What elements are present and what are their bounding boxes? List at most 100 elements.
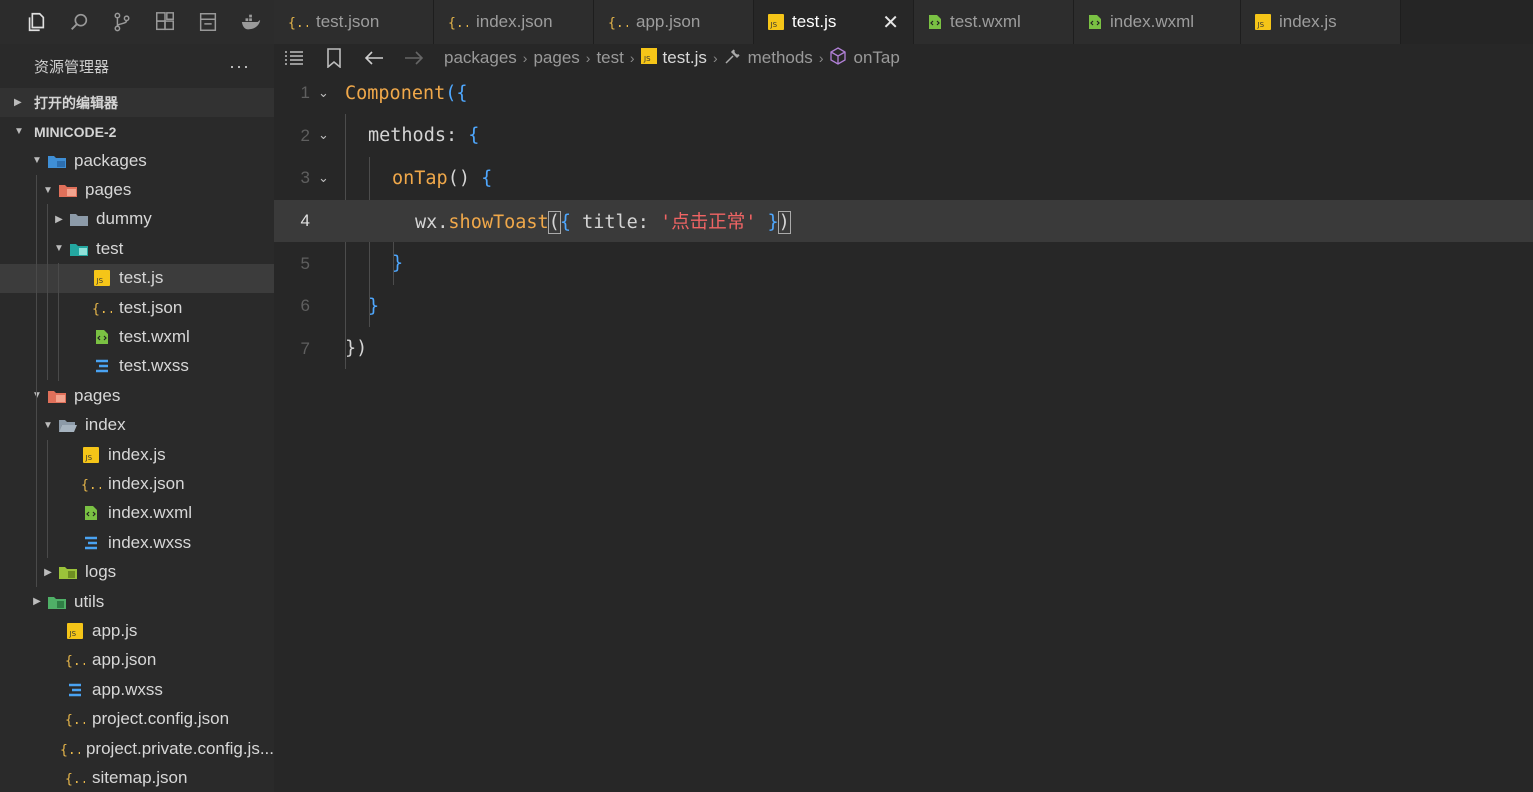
- crumb-methods[interactable]: methods: [724, 47, 813, 70]
- token: {: [469, 167, 493, 189]
- tree-file[interactable]: JS index.js: [0, 440, 274, 469]
- extensions-icon[interactable]: [143, 0, 186, 44]
- tree-folder[interactable]: ▼ index: [0, 411, 274, 440]
- tree-file[interactable]: app.wxss: [0, 675, 274, 704]
- chevron-right-icon: ›: [712, 50, 718, 66]
- tree-indent-guide: [47, 204, 48, 380]
- explorer-title: 资源管理器: [34, 58, 110, 76]
- tab-test-js[interactable]: JS test.js ✕: [754, 0, 914, 44]
- svg-text:{..}: {..}: [65, 654, 85, 668]
- code-line[interactable]: 6 }: [274, 285, 1533, 328]
- svg-text:JS: JS: [96, 277, 104, 285]
- js-file-icon: JS: [1255, 14, 1271, 30]
- fold-chevron-icon[interactable]: ⌄: [318, 171, 329, 186]
- code-line[interactable]: 7 }): [274, 328, 1533, 371]
- project-section[interactable]: ▼ MINICODE-2: [0, 117, 274, 146]
- crumb-pages[interactable]: pages: [533, 48, 579, 68]
- code-line[interactable]: 2 ⌄ methods: {: [274, 115, 1533, 158]
- tree-file[interactable]: index.wxml: [0, 499, 274, 528]
- code-editor[interactable]: 1 ⌄ Component({ 2 ⌄ methods: { 3 ⌄ onTap…: [274, 72, 1533, 792]
- wxml-file-icon: [1088, 14, 1102, 30]
- docker-icon[interactable]: [229, 0, 272, 44]
- tab-index-js[interactable]: JS index.js: [1241, 0, 1401, 44]
- crumb-packages[interactable]: packages: [444, 48, 517, 68]
- bookmark-icon[interactable]: [314, 48, 354, 68]
- tree-file[interactable]: test.wxss: [0, 352, 274, 381]
- tree-folder[interactable]: ▶ utils: [0, 587, 274, 616]
- tree-label: sitemap.json: [92, 767, 188, 787]
- folder-green-icon: [57, 563, 79, 581]
- chevron-right-icon: ›: [629, 50, 635, 66]
- token: Component: [345, 82, 446, 104]
- tree-label: index: [85, 415, 126, 435]
- code-line[interactable]: 5 }: [274, 242, 1533, 285]
- chevron-down-icon: ▼: [32, 390, 42, 402]
- back-arrow-icon[interactable]: [354, 50, 394, 66]
- code-line[interactable]: 1 ⌄ Component({: [274, 72, 1533, 115]
- tree-folder[interactable]: ▼ pages: [0, 381, 274, 410]
- tree-file[interactable]: {..} project.private.config.js...: [0, 734, 274, 763]
- tree-indent-guide: [47, 440, 48, 558]
- tree-folder[interactable]: ▼ test: [0, 234, 274, 263]
- tab-label: test.json: [316, 12, 380, 31]
- tree-label: app.wxss: [92, 679, 163, 699]
- tree-file[interactable]: {..} app.json: [0, 646, 274, 675]
- tab-test-json[interactable]: {..} test.json: [274, 0, 434, 44]
- forward-arrow-icon[interactable]: [394, 50, 434, 66]
- tree-file[interactable]: {..} index.json: [0, 469, 274, 498]
- code-line[interactable]: 3 ⌄ onTap() {: [274, 157, 1533, 200]
- code-text: wx.showToast({ title: '点击正常' }): [415, 208, 791, 235]
- code-line-current[interactable]: 4 wx.showToast({ title: '点击正常' }): [274, 199, 1533, 243]
- tab-index-json[interactable]: {..} index.json: [434, 0, 594, 44]
- tree-folder[interactable]: ▶ logs: [0, 557, 274, 586]
- tree-folder[interactable]: ▼ pages: [0, 175, 274, 204]
- token: title:: [570, 212, 661, 234]
- tree-file[interactable]: index.wxss: [0, 528, 274, 557]
- token: methods:: [368, 125, 469, 147]
- tree-label: project.private.config.js...: [85, 738, 274, 758]
- svg-text:{..}: {..}: [92, 302, 112, 316]
- wxml-file-icon: [928, 14, 942, 30]
- tree-file[interactable]: test.wxml: [0, 322, 274, 351]
- files-icon[interactable]: [14, 0, 57, 44]
- list-icon[interactable]: [274, 50, 314, 66]
- crumb-ontap[interactable]: onTap: [829, 46, 900, 70]
- chevron-right-icon: ›: [818, 50, 824, 66]
- tree-folder[interactable]: ▼ packages: [0, 146, 274, 175]
- code-text: }: [392, 253, 404, 275]
- tree-file[interactable]: JS test.js: [0, 263, 274, 293]
- folder-gray-open-icon: [57, 416, 79, 434]
- tab-index-wxml[interactable]: index.wxml: [1074, 0, 1241, 44]
- crumb-file[interactable]: JS test.js: [640, 47, 707, 69]
- open-editors-label: 打开的编辑器: [34, 94, 118, 111]
- source-control-icon[interactable]: [100, 0, 143, 44]
- bracket-match: (: [547, 211, 561, 235]
- crumb-label: test: [596, 48, 624, 67]
- tree-file[interactable]: {..} project.config.json: [0, 704, 274, 733]
- tab-app-json[interactable]: {..} app.json: [594, 0, 754, 44]
- token: (): [447, 167, 470, 189]
- fold-chevron-icon[interactable]: ⌄: [318, 86, 329, 101]
- svg-text:{..}: {..}: [81, 478, 101, 492]
- svg-text:{..}: {..}: [448, 16, 468, 30]
- tree-file[interactable]: JS app.js: [0, 616, 274, 645]
- close-icon[interactable]: ✕: [882, 10, 899, 35]
- fold-chevron-icon[interactable]: ⌄: [318, 128, 329, 143]
- search-icon[interactable]: [57, 0, 100, 44]
- explorer-sidebar: 资源管理器 ··· ▶ 打开的编辑器 ▼ MINICODE-2 ▼ package…: [0, 44, 274, 792]
- tree-folder[interactable]: ▶ dummy: [0, 205, 274, 234]
- tab-test-wxml[interactable]: test.wxml: [914, 0, 1074, 44]
- open-editors-section[interactable]: ▶ 打开的编辑器: [0, 88, 274, 117]
- tree-file[interactable]: {..} test.json: [0, 293, 274, 322]
- wxss-icon: [80, 534, 102, 552]
- tree-label: index.wxml: [108, 503, 193, 523]
- js-icon: JS: [91, 269, 113, 287]
- more-actions-icon[interactable]: ···: [229, 56, 250, 77]
- token: ({: [445, 82, 468, 104]
- tree-file[interactable]: {..} sitemap.json: [0, 763, 274, 792]
- explorer-header: 资源管理器 ···: [0, 44, 274, 88]
- tab-label: app.json: [636, 12, 701, 31]
- crumb-test[interactable]: test: [596, 48, 623, 68]
- js-file-icon: JS: [640, 47, 657, 69]
- storage-icon[interactable]: [186, 0, 229, 44]
